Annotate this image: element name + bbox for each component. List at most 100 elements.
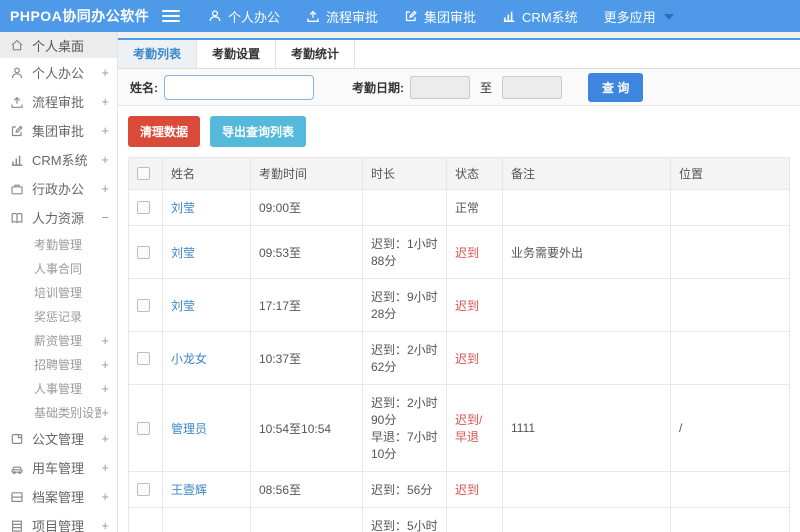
chart-icon: [10, 152, 25, 167]
attendance-date-label: 考勤日期:: [352, 80, 404, 95]
app-logo: PHPOA协同办公软件: [10, 8, 150, 24]
attendance-time: 09:00至: [250, 189, 363, 226]
sidebar-subitem-hr-contract[interactable]: 人事合同: [0, 256, 117, 280]
date-to-input[interactable]: [502, 75, 563, 99]
sidebar: 个人桌面 个人办公 + 流程审批 + 集团审批 + CRM系统 + 行政办公 +: [0, 32, 118, 532]
status: 迟到: [446, 225, 503, 279]
sidebar-subitem-reward-punishment[interactable]: 奖惩记录: [0, 304, 117, 328]
status: 迟到/早退: [446, 384, 503, 472]
employee-name-link[interactable]: 王壹辉: [171, 483, 207, 497]
nav-more-apps[interactable]: 更多应用: [604, 7, 674, 26]
nav-workflow-approval[interactable]: 流程审批: [306, 7, 378, 26]
sidebar-subitem-label: 考勤管理: [34, 237, 83, 252]
tab-attendance-list[interactable]: 考勤列表: [118, 40, 198, 68]
employee-name-link[interactable]: 刘莹: [171, 246, 195, 260]
row-checkbox[interactable]: [137, 245, 150, 259]
name-label: 姓名:: [130, 80, 158, 95]
row-checkbox[interactable]: [137, 201, 150, 214]
employee-name-link[interactable]: 小龙女: [171, 352, 207, 366]
sidebar-item-label: 人力资源: [32, 211, 85, 226]
hamburger-menu-icon[interactable]: [162, 7, 180, 25]
row-checkbox[interactable]: [137, 483, 150, 496]
attendance-time: 09:53至: [250, 225, 363, 279]
sidebar-item-personal-desktop[interactable]: 个人桌面: [0, 32, 117, 58]
table-row: 王壹辉 08:56至 迟到：56分 迟到: [128, 471, 790, 508]
sidebar-item-human-resources[interactable]: 人力资源 −: [0, 203, 117, 232]
attendance-table: 姓名 考勤时间 时长 状态 备注 位置 刘莹 09:00至 正常 刘莹 09:5…: [128, 157, 790, 532]
expand-indicator: +: [101, 380, 109, 396]
expand-indicator: +: [101, 489, 109, 504]
sidebar-subitem-label: 薪资管理: [34, 333, 83, 348]
filter-bar: 姓名: 考勤日期: 至 查 询: [118, 69, 800, 106]
sidebar-subitem-recruitment-management[interactable]: 招聘管理 +: [0, 352, 117, 376]
nav-item-label: 集团审批: [424, 9, 477, 25]
date-from-input[interactable]: [410, 75, 470, 99]
user-icon: [10, 65, 25, 80]
nav-item-label: CRM系统: [522, 9, 578, 25]
select-all-checkbox[interactable]: [137, 167, 150, 180]
expand-indicator: +: [101, 94, 109, 109]
main-content: 考勤列表 考勤设置 考勤统计 姓名: 考勤日期: 至 查 询 清理数据 导出查询…: [118, 32, 800, 532]
search-button[interactable]: 查 询: [588, 72, 644, 102]
attendance-time: 10:37至: [250, 331, 363, 385]
chart-icon: [503, 11, 515, 22]
nav-item-label: 更多应用: [603, 9, 656, 25]
sidebar-item-archive-management[interactable]: 档案管理 +: [0, 482, 117, 511]
tab-attendance-settings[interactable]: 考勤设置: [197, 40, 277, 68]
book-icon: [10, 210, 25, 225]
sidebar-item-group-approval[interactable]: 集团审批 +: [0, 116, 117, 145]
sidebar-item-vehicle-management[interactable]: 用车管理 +: [0, 453, 117, 482]
sidebar-item-label: CRM系统: [32, 153, 88, 168]
col-name: 姓名: [162, 157, 251, 190]
expand-indicator: +: [101, 152, 109, 167]
location: [670, 471, 790, 508]
sidebar-item-label: 用车管理: [32, 461, 85, 476]
sidebar-subitem-base-category-settings[interactable]: 基础类别设置 +: [0, 400, 117, 424]
nav-group-approval[interactable]: 集团审批: [404, 7, 476, 26]
employee-name-link[interactable]: 管理员: [171, 422, 207, 436]
name-input[interactable]: [164, 74, 314, 100]
sidebar-item-crm-system[interactable]: CRM系统 +: [0, 145, 117, 174]
expand-indicator: +: [101, 404, 109, 420]
sidebar-item-label: 集团审批: [32, 124, 85, 139]
table-row: 小龙女 10:37至 迟到：2小时62分 迟到: [128, 331, 790, 385]
sidebar-item-document-management[interactable]: 公文管理 +: [0, 424, 117, 453]
nav-crm-system[interactable]: CRM系统: [502, 7, 578, 26]
sidebar-subitem-attendance-management[interactable]: 考勤管理: [0, 232, 117, 256]
sidebar-item-admin-office[interactable]: 行政办公 +: [0, 174, 117, 203]
sidebar-item-label: 档案管理: [32, 490, 85, 505]
note: 业务需要外出: [502, 225, 671, 279]
employee-name-link[interactable]: 刘莹: [171, 299, 195, 313]
sidebar-item-personal-office[interactable]: 个人办公 +: [0, 58, 117, 87]
duration: 迟到：56分: [362, 471, 447, 508]
sidebar-item-workflow-approval[interactable]: 流程审批 +: [0, 87, 117, 116]
nav-personal-office[interactable]: 个人办公: [208, 7, 280, 26]
status: 正常: [446, 189, 503, 226]
status: 迟到: [446, 471, 503, 508]
sidebar-subitem-salary-management[interactable]: 薪资管理 +: [0, 328, 117, 352]
sidebar-subitem-personnel-management[interactable]: 人事管理 +: [0, 376, 117, 400]
clean-data-button[interactable]: 清理数据: [128, 116, 201, 147]
employee-name-link[interactable]: 刘莹: [171, 201, 195, 215]
doc-icon: [10, 431, 25, 446]
note: [502, 331, 671, 385]
table-row: 刘莹 09:00至 正常: [128, 189, 790, 226]
row-checkbox[interactable]: [137, 298, 150, 312]
row-checkbox[interactable]: [137, 351, 150, 365]
export-list-button[interactable]: 导出查询列表: [210, 116, 307, 147]
expand-indicator: +: [101, 181, 109, 196]
attendance-time: 08:56至: [250, 471, 363, 508]
sidebar-subitem-label: 基础类别设置: [34, 405, 102, 420]
location: [670, 189, 790, 226]
duration: 迟到：9小时28分: [362, 278, 447, 332]
top-navbar: PHPOA协同办公软件 个人办公 流程审批 集团审批 CRM系统 更多应用: [0, 0, 800, 32]
expand-indicator: +: [101, 332, 109, 348]
sidebar-subitem-label: 人事合同: [34, 261, 83, 276]
home-icon: [10, 38, 25, 53]
tab-attendance-statistics[interactable]: 考勤统计: [276, 40, 356, 68]
sidebar-item-project-management[interactable]: 项目管理 +: [0, 511, 117, 532]
row-checkbox[interactable]: [137, 421, 150, 435]
collapse-indicator: −: [101, 210, 109, 225]
duration: 迟到：2小时62分: [362, 331, 447, 385]
sidebar-subitem-training-management[interactable]: 培训管理: [0, 280, 117, 304]
